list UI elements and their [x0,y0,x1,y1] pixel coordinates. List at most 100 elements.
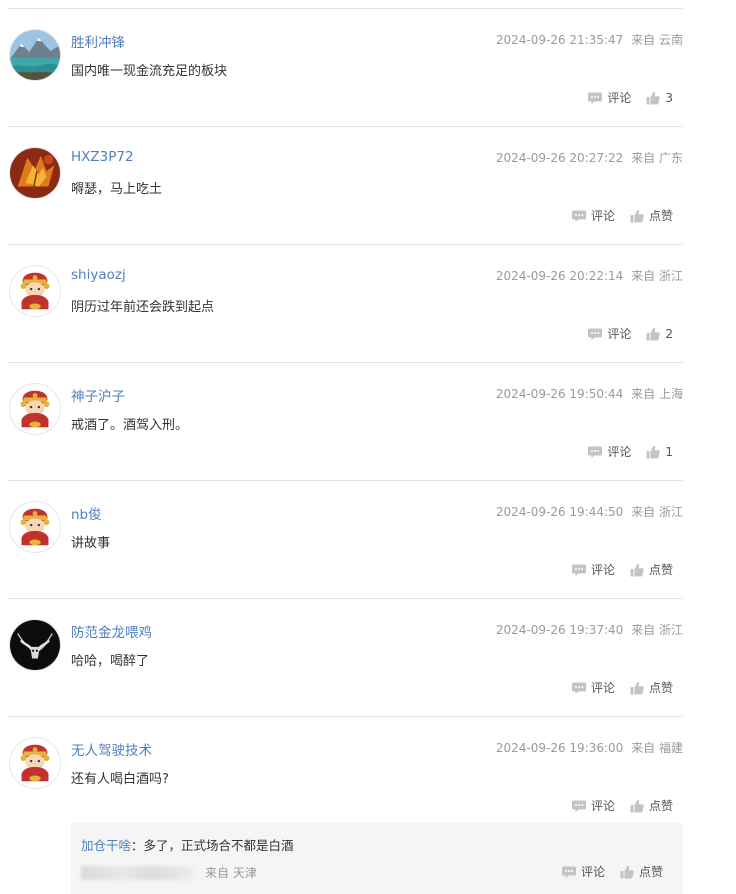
comment-text: 戒酒了。酒驾入刑。 [71,418,189,433]
thumbs-up-icon [645,444,661,460]
comment-text: 嘚瑟，马上吃土 [71,182,163,197]
comment-text: 哈哈，喝醉了 [71,654,150,669]
comment-location: 福建 [658,741,683,755]
reply-button[interactable]: 评论 [587,443,631,460]
comment-text: 讲故事 [71,536,111,551]
comment-time: 2024-09-26 20:27:22 [495,151,624,165]
comment-location: 浙江 [658,269,683,283]
comment-time: 2024-09-26 19:44:50 [495,505,624,519]
comment-meta: 2024-09-26 19:50:44 来自 上海 [496,385,683,402]
reply-button[interactable]: 评论 [571,797,615,814]
reply-content: 加仓干啥：多了，正式场合不都是白酒 [81,835,294,854]
fortune-god-cartoon-icon [10,502,60,552]
comment-icon [561,864,577,880]
reply-meta: 来自 天津 [81,864,257,881]
comment-username[interactable]: 防范金龙喂鸡 [71,621,152,641]
avatar[interactable] [9,147,61,199]
reply-label: 评论 [607,445,632,459]
comment-actions: 评论 点赞 [557,207,673,224]
comment-list: 胜利冲锋 2024-09-26 21:35:47 来自 云南 国内唯一现金流充足… [8,8,683,894]
thumbs-up-icon [645,90,661,106]
reply-separator: ： [131,838,144,853]
comment-icon [571,208,587,224]
reply-username[interactable]: 加仓干啥 [81,838,131,853]
comment-text: 阴历过年前还会跌到起点 [71,300,215,315]
reply-button[interactable]: 评论 [571,561,615,578]
comment-icon [571,562,587,578]
avatar[interactable] [9,737,61,789]
thumbs-up-icon [645,326,661,342]
comment-username[interactable]: 神子沪子 [71,385,125,405]
comment-item: 防范金龙喂鸡 2024-09-26 19:37:40 来自 浙江 哈哈，喝醉了 … [8,599,683,717]
comment-from-label: 来自 [631,505,656,519]
comment-from-label: 来自 [631,623,656,637]
like-label: 点赞 [648,799,673,813]
comment-actions: 评论 3 [573,89,673,106]
comment-from-label: 来自 [631,33,656,47]
reply-location: 天津 [232,866,257,880]
comment-actions: 评论 点赞 [557,679,673,696]
comment-username[interactable]: 无人驾驶技术 [71,739,152,759]
comment-meta: 2024-09-26 21:35:47 来自 云南 [496,31,683,48]
comment-item: nb俊 2024-09-26 19:44:50 来自 浙江 讲故事 评论 点赞 [8,481,683,599]
like-label: 点赞 [648,209,673,223]
like-button[interactable]: 1 [645,444,673,460]
like-button[interactable]: 点赞 [629,679,673,696]
mountain-lake-photo-icon [10,30,60,80]
fortune-god-cartoon-icon [10,266,60,316]
comment-actions: 评论 1 [573,443,673,460]
like-button[interactable]: 3 [645,90,673,106]
comment-item: 神子沪子 2024-09-26 19:50:44 来自 上海 戒酒了。酒驾入刑。… [8,363,683,481]
like-button[interactable]: 点赞 [629,207,673,224]
reply-button[interactable]: 评论 [587,89,631,106]
like-button[interactable]: 2 [645,326,673,342]
reply-like-button[interactable]: 点赞 [619,863,663,880]
comment-icon [587,90,603,106]
thumbs-up-icon [619,864,635,880]
comment-time: 2024-09-26 19:50:44 [495,387,624,401]
reply-button[interactable]: 评论 [571,679,615,696]
reply-box: 加仓干啥：多了，正式场合不都是白酒 来自 天津 评论 点赞 [71,823,683,894]
comment-username[interactable]: 胜利冲锋 [71,31,125,51]
comment-item: HXZ3P72 2024-09-26 20:27:22 来自 广东 嘚瑟，马上吃… [8,127,683,245]
comment-from-label: 来自 [631,387,656,401]
comment-from-label: 来自 [631,741,656,755]
like-label: 点赞 [648,681,673,695]
thumbs-up-icon [629,798,645,814]
avatar[interactable] [9,29,61,81]
comment-text: 国内唯一现金流充足的板块 [71,64,228,79]
reply-label: 评论 [607,327,632,341]
fortune-god-cartoon-icon [10,384,60,434]
avatar[interactable] [9,501,61,553]
like-label: 2 [665,326,673,341]
avatar[interactable] [9,619,61,671]
thumbs-up-icon [629,208,645,224]
avatar[interactable] [9,383,61,435]
comment-username[interactable]: HXZ3P72 [71,149,134,165]
comment-location: 浙江 [658,623,683,637]
comment-icon [587,326,603,342]
autumn-leaf-photo-icon [10,148,60,198]
comment-meta: 2024-09-26 20:22:14 来自 浙江 [496,267,683,284]
like-label: 3 [665,90,673,105]
comment-time: 2024-09-26 19:37:40 [495,623,624,637]
like-button[interactable]: 点赞 [629,797,673,814]
like-button[interactable]: 点赞 [629,561,673,578]
comment-meta: 2024-09-26 19:36:00 来自 福建 [496,739,683,756]
comment-meta: 2024-09-26 19:44:50 来自 浙江 [496,503,683,520]
reply-button[interactable]: 评论 [571,207,615,224]
reply-label: 评论 [607,91,632,105]
comment-location: 上海 [658,387,683,401]
comment-username[interactable]: shiyaozj [71,267,126,283]
comment-from-label: 来自 [631,151,656,165]
comment-from-label: 来自 [631,269,656,283]
comment-username[interactable]: nb俊 [71,503,102,523]
reply-button[interactable]: 评论 [587,325,631,342]
comment-time: 2024-09-26 20:22:14 [495,269,624,283]
reply-reply-button[interactable]: 评论 [561,863,605,880]
reply-reply-label: 评论 [580,865,605,879]
avatar[interactable] [9,265,61,317]
comment-location: 云南 [658,33,683,47]
comment-location: 广东 [658,151,683,165]
reply-like-label: 点赞 [638,865,663,879]
